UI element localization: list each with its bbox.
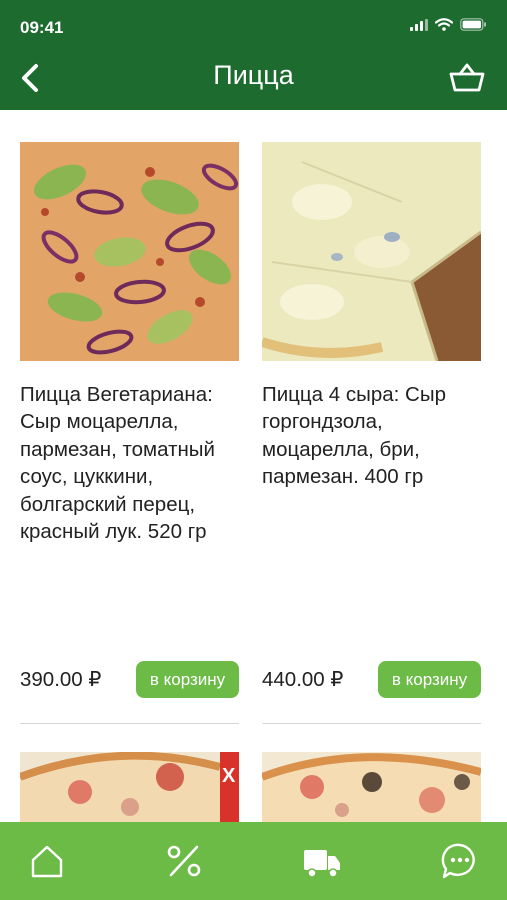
percent-icon: [167, 845, 201, 877]
chat-icon: [441, 843, 475, 879]
divider: [20, 723, 239, 724]
tab-chat[interactable]: [440, 841, 480, 881]
signal-icon: [410, 18, 428, 31]
page-title: Пицца: [213, 60, 294, 90]
product-image[interactable]: [262, 752, 481, 822]
delivery-truck-icon: [304, 850, 340, 878]
home-icon: [31, 845, 63, 878]
tab-discounts[interactable]: [164, 841, 204, 881]
basket-icon: [449, 63, 485, 92]
tab-home[interactable]: [27, 841, 67, 881]
wifi-icon: [435, 18, 453, 31]
status-icons: [410, 18, 487, 31]
app-header: 09:41 Пицца: [0, 0, 507, 110]
product-image[interactable]: X: [20, 752, 239, 822]
basket-button[interactable]: [447, 60, 487, 96]
product-price: 390.00 ₽: [20, 668, 102, 691]
product-image[interactable]: [262, 142, 481, 361]
product-description: Пицца Вегетариана: Сыр моцарелла, пармез…: [20, 383, 215, 544]
tab-delivery[interactable]: [302, 841, 342, 881]
battery-icon: [460, 18, 486, 31]
product-price: 440.00 ₽: [262, 668, 344, 691]
product-image[interactable]: [20, 142, 239, 361]
status-time: 09:41: [20, 18, 64, 37]
svg-text:X: X: [222, 765, 236, 787]
divider: [262, 723, 481, 724]
add-to-cart-button[interactable]: в корзину: [136, 661, 239, 698]
add-to-cart-button[interactable]: в корзину: [378, 661, 481, 698]
product-description: Пицца 4 сыра: Сыр горгондзола, моцарелла…: [262, 383, 446, 489]
tab-bar: [0, 822, 507, 900]
